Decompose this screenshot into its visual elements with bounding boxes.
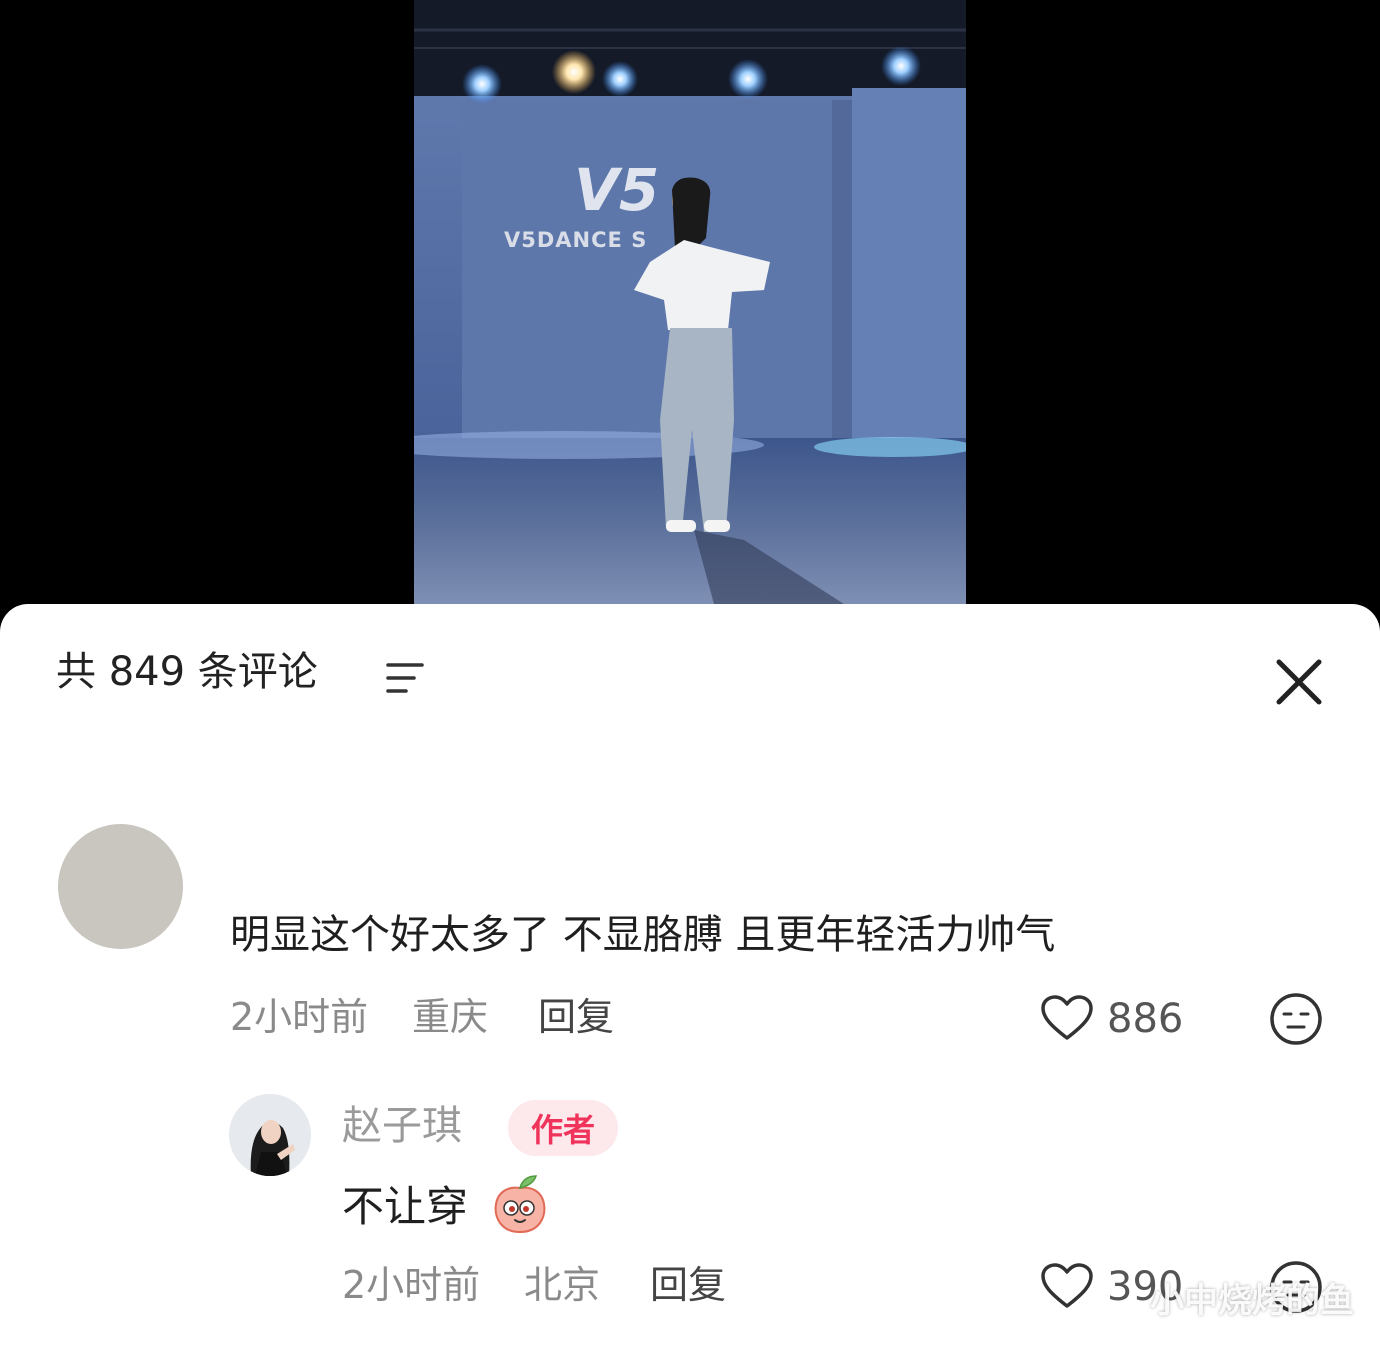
comment-location: 重庆 [412, 995, 489, 1039]
stage-logo-mark: V5 [574, 156, 659, 224]
watermark: 小中烧烤的鱼 [1150, 1281, 1354, 1321]
stage-scene: V5 [414, 0, 966, 604]
dislike-face-icon[interactable] [1269, 992, 1323, 1046]
comments-count-title: 共 849 条评论 [56, 649, 318, 695]
heart-icon[interactable] [1040, 994, 1094, 1042]
reply-reply-button[interactable]: 回复 [650, 1266, 726, 1304]
comments-sheet [0, 604, 1380, 1364]
commenter-avatar[interactable] [58, 824, 183, 949]
comment-time: 2小时前 [230, 995, 369, 1039]
reply-location: 北京 [524, 1263, 601, 1307]
author-avatar[interactable] [229, 1094, 311, 1176]
author-badge: 作者 [508, 1100, 618, 1156]
reply-username[interactable]: 赵子琪 [342, 1106, 462, 1146]
stage-logo-text: V5DANCE S [504, 228, 648, 252]
heart-icon[interactable] [1040, 1262, 1094, 1310]
peach-emoji-icon [494, 1175, 546, 1234]
close-icon[interactable] [1274, 657, 1324, 707]
reply-text: 不让穿 [342, 1182, 469, 1231]
comment-like-count: 886 [1107, 996, 1184, 1042]
sort-lines-icon[interactable] [386, 661, 424, 697]
comment-reply-button[interactable]: 回复 [538, 998, 614, 1036]
comment-text: 明显这个好太多了 不显胳膊 且更年轻活力帅气 [230, 912, 1056, 958]
video-player[interactable]: V5 V5DANCE S [414, 0, 966, 604]
reply-time: 2小时前 [342, 1263, 481, 1307]
